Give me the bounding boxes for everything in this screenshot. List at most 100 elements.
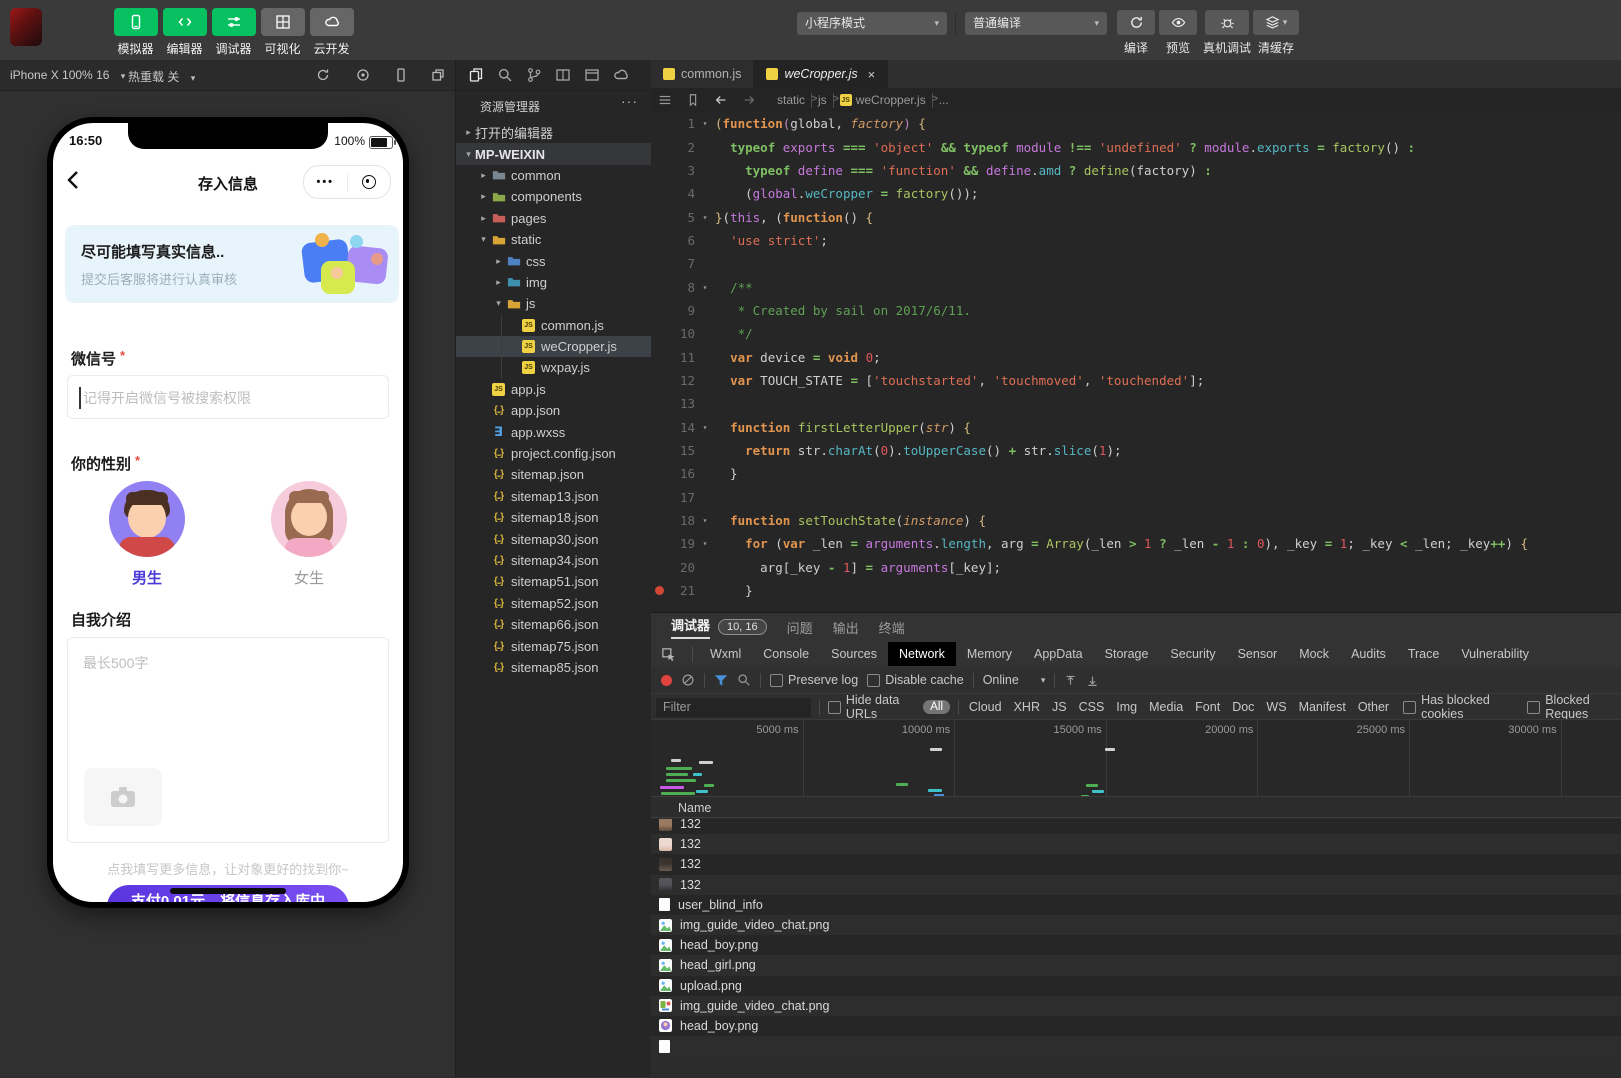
devtools-tab-mock[interactable]: Mock	[1288, 642, 1340, 666]
tree-item-static[interactable]: ▾static	[456, 229, 652, 250]
editor-tab-common.js[interactable]: common.js	[651, 60, 754, 88]
filter-funnel-icon[interactable]	[714, 674, 728, 687]
record-button[interactable]	[661, 675, 672, 686]
fold-chevron-icon[interactable]: ▾	[695, 516, 715, 525]
devtools-tab-network[interactable]: Network	[888, 642, 956, 666]
tree-item-common-js[interactable]: JScommon.js	[456, 315, 652, 336]
simulator-button[interactable]: 模拟器	[112, 8, 159, 57]
request-row[interactable]: 132	[651, 875, 1621, 895]
editor-tab-wecropper.js[interactable]: weCropper.js×	[754, 60, 888, 88]
tree-item-sitemap13-json[interactable]: {..}sitemap13.json	[456, 486, 652, 507]
devtools-tab-trace[interactable]: Trace	[1397, 642, 1451, 666]
panel-tab-调试器[interactable]: 调试器10, 16	[671, 615, 767, 639]
devtools-tab-audits[interactable]: Audits	[1340, 642, 1397, 666]
code-area[interactable]: 1▾(function(global, factory) {2 typeof e…	[651, 112, 1621, 612]
tree-item-sitemap75-json[interactable]: {..}sitemap75.json	[456, 635, 652, 656]
tree-item-sitemap18-json[interactable]: {..}sitemap18.json	[456, 507, 652, 528]
wechat-id-input[interactable]: 记得开启微信号被搜索权限	[67, 375, 389, 419]
disable-cache-checkbox[interactable]: Disable cache	[867, 673, 964, 687]
tree-item-sitemap-json[interactable]: {..}sitemap.json	[456, 464, 652, 485]
tree-item-css[interactable]: ▸css	[456, 250, 652, 271]
breadcrumb-item[interactable]: JSweCropper.js	[840, 93, 926, 107]
request-row[interactable]: img_guide_video_chat.png	[651, 915, 1621, 935]
tree-item-sitemap85-json[interactable]: {..}sitemap85.json	[456, 657, 652, 678]
filter-type-other[interactable]: Other	[1352, 700, 1395, 714]
request-row[interactable]: head_boy.png	[651, 1016, 1621, 1036]
devtools-tab-memory[interactable]: Memory	[956, 642, 1023, 666]
user-avatar[interactable]	[10, 8, 42, 46]
git-branch-icon[interactable]	[526, 67, 542, 83]
mode-select[interactable]: 小程序模式 ▾	[797, 12, 947, 35]
mini-program-capsule[interactable]: •••	[303, 165, 391, 199]
devtools-tab-sensor[interactable]: Sensor	[1227, 642, 1289, 666]
devtools-tab-console[interactable]: Console	[752, 642, 820, 666]
record-icon[interactable]	[355, 67, 371, 83]
layout-icon[interactable]	[555, 67, 571, 83]
devtools-tab-sources[interactable]: Sources	[820, 642, 888, 666]
request-row[interactable]: user_blind_info	[651, 895, 1621, 915]
devtools-tab-security[interactable]: Security	[1159, 642, 1226, 666]
hot-reload-toggle[interactable]: 热重载 关 ▾	[128, 68, 195, 85]
breakpoint-dot[interactable]	[655, 586, 664, 595]
female-option-label[interactable]: 女生	[271, 567, 347, 588]
preview-button[interactable]	[1159, 10, 1197, 35]
filter-type-font[interactable]: Font	[1189, 700, 1226, 714]
tree-item-pages[interactable]: ▸pages	[456, 208, 652, 229]
arrow-left-icon[interactable]	[714, 93, 728, 107]
filter-type-cloud[interactable]: Cloud	[963, 700, 1008, 714]
male-avatar[interactable]	[109, 481, 185, 557]
filter-input[interactable]: Filter	[656, 698, 811, 717]
export-har-icon[interactable]	[1086, 674, 1099, 687]
breadcrumb-item[interactable]: ...	[939, 93, 949, 107]
tree-item-components[interactable]: ▸components	[456, 186, 652, 207]
tree-item-js[interactable]: ▾js	[456, 293, 652, 314]
breadcrumb-item[interactable]: static	[777, 93, 805, 107]
tree-item-project-config-json[interactable]: {..}project.config.json	[456, 443, 652, 464]
hide-data-urls-checkbox[interactable]: Hide data URLs	[828, 693, 919, 720]
filter-type-xhr[interactable]: XHR	[1008, 700, 1046, 714]
tree-item-wxpay-js[interactable]: JSwxpay.js	[456, 357, 652, 378]
import-har-icon[interactable]	[1064, 674, 1077, 687]
clear-cache-button[interactable]: ▾	[1253, 10, 1299, 35]
exit-target-icon[interactable]	[348, 175, 391, 189]
filter-type-img[interactable]: Img	[1110, 700, 1143, 714]
male-option-label[interactable]: 男生	[109, 567, 185, 588]
throttling-select[interactable]: Online▾	[983, 673, 1046, 687]
request-row[interactable]: 132	[651, 834, 1621, 854]
request-row[interactable]: 132	[651, 854, 1621, 874]
request-row[interactable]: head_boy.png	[651, 935, 1621, 955]
inspect-element-icon[interactable]	[661, 647, 676, 662]
explorer-menu-button[interactable]: ···	[621, 93, 638, 109]
search-icon[interactable]	[497, 67, 513, 83]
tree-item-sitemap30-json[interactable]: {..}sitemap30.json	[456, 528, 652, 549]
devtools-tab-wxml[interactable]: Wxml	[699, 642, 752, 666]
tree-item-app-js[interactable]: JSapp.js	[456, 379, 652, 400]
filter-type-js[interactable]: JS	[1046, 700, 1073, 714]
has-blocked-cookies-checkbox[interactable]: Has blocked cookies	[1403, 693, 1517, 720]
tree-item-app-json[interactable]: {..}app.json	[456, 400, 652, 421]
panel-tab-问题[interactable]: 问题	[787, 618, 813, 637]
devtools-tab-appdata[interactable]: AppData	[1023, 642, 1094, 666]
fold-chevron-icon[interactable]: ▾	[695, 283, 715, 292]
close-icon[interactable]: ×	[868, 67, 876, 82]
devtools-tab-storage[interactable]: Storage	[1094, 642, 1160, 666]
tree-item-mp-weixin[interactable]: ▾MP-WEIXIN	[456, 143, 652, 164]
photo-upload-button[interactable]	[84, 768, 162, 826]
fold-chevron-icon[interactable]: ▾	[695, 423, 715, 432]
preview-window-icon[interactable]	[584, 67, 600, 83]
arrow-right-icon[interactable]	[742, 93, 756, 107]
compile-select[interactable]: 普通编译 ▾	[965, 12, 1107, 35]
name-column-header[interactable]: Name	[651, 796, 1621, 818]
filter-type-manifest[interactable]: Manifest	[1293, 700, 1352, 714]
filter-all-pill[interactable]: All	[923, 700, 950, 714]
visualization-button[interactable]: 可视化	[259, 8, 306, 57]
breadcrumb-item[interactable]: js	[818, 93, 827, 107]
filter-type-css[interactable]: CSS	[1073, 700, 1111, 714]
windows-icon[interactable]	[430, 67, 446, 83]
more-menu-icon[interactable]: •••	[304, 176, 347, 188]
tree-item-app-wxss[interactable]: ∃app.wxss	[456, 421, 652, 442]
devtools-tab-vulnerability[interactable]: Vulnerability	[1450, 642, 1540, 666]
rotate-icon[interactable]	[315, 67, 331, 83]
tree-item-common[interactable]: ▸common	[456, 165, 652, 186]
cloud-dev-button[interactable]: 云开发	[308, 8, 355, 57]
